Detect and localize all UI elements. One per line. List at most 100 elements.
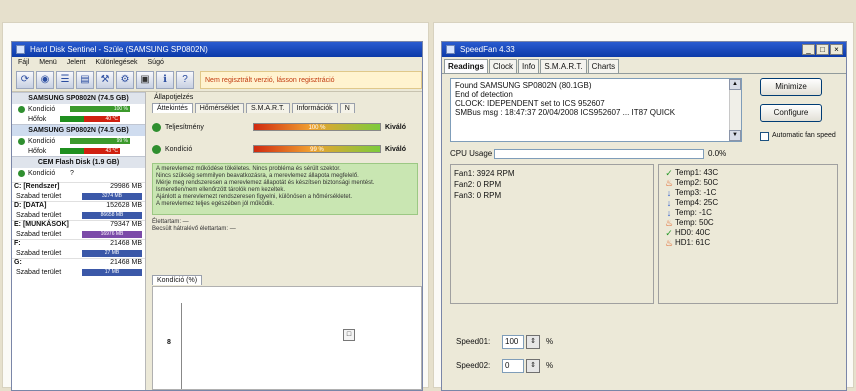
tab-info[interactable]: Info <box>518 59 540 73</box>
status-ok-icon <box>18 137 25 145</box>
status-ok-icon <box>152 122 161 132</box>
volume-item[interactable]: E: [MUNKÁSOK] 79347 MB Szabad terület 16976… <box>12 220 145 239</box>
disk-temp-row: Hőfok 43 °C <box>28 147 120 155</box>
log-scrollbar[interactable]: ▲ ▼ <box>729 79 741 141</box>
disk-title: SAMSUNG SP0802N (74.5 GB) <box>12 124 145 136</box>
check-icon: ✓ <box>665 228 673 238</box>
disk-icon[interactable]: ◉ <box>36 70 54 89</box>
lifetime-line: Élettartam: — <box>152 219 189 225</box>
health-bar: 99 % <box>253 145 381 153</box>
menu-item-menu[interactable]: Menü <box>39 57 57 68</box>
disk-health-row: Kondíció? <box>12 168 145 178</box>
chart-tab[interactable]: Kondíció (%) <box>152 275 203 285</box>
status-description: A merevlemez működése tökéletes. Nincs p… <box>152 163 418 215</box>
health-gauge: Kondíció 99 % Kiváló <box>148 141 422 157</box>
refresh-icon[interactable]: ⟳ <box>16 70 34 89</box>
temp-reading: ♨ Temp: 50C <box>664 218 714 228</box>
monitor-icon[interactable]: ▣ <box>136 70 154 89</box>
speed02-input[interactable]: 0 <box>502 359 524 373</box>
maximize-window-icon[interactable]: □ <box>816 44 829 55</box>
hdsentinel-window: Hard Disk Sentinel - Szüle (SAMSUNG SP08… <box>11 41 423 391</box>
volume-item[interactable]: D: [DATA] 152628 MB Szabad terület 86658 MB <box>12 201 145 220</box>
speed01-input[interactable]: 100 <box>502 335 524 349</box>
history-chart: 8 □ <box>152 286 422 390</box>
menu-item-help[interactable]: Súgó <box>148 57 164 68</box>
disk-entry-selected[interactable]: SAMSUNG SP0802N (74.5 GB) Kondíció 99 % H… <box>12 124 145 156</box>
volume-item[interactable]: F: 21468 MB Szabad terület 27 MB <box>12 239 145 258</box>
free-space-bar: 27 MB <box>82 250 142 257</box>
report-icon[interactable]: ☰ <box>56 70 74 89</box>
speed01-control: Speed01: 100 ⇕ % <box>456 334 553 350</box>
menu-item-report[interactable]: Jelent <box>67 57 86 68</box>
remaining-lifetime-line: Becsült hátralévő élettartam: — <box>152 226 236 232</box>
help-icon[interactable]: ? <box>176 70 194 89</box>
fan-reading: Fan3: 0 RPM <box>454 191 502 200</box>
detection-log[interactable]: Found SAMSUNG SP0802N (80.1GB) End of de… <box>450 78 742 142</box>
temp-reading: ↓ Temp: -1C <box>663 208 833 218</box>
detail-tabs: Áttekintés Hőmérséklet S.M.A.R.T. Inform… <box>148 101 422 113</box>
info-icon[interactable]: ℹ <box>156 70 174 89</box>
arrow-down-icon: ↓ <box>666 198 672 208</box>
history-chart-area: Kondíció (%) 8 □ <box>152 274 422 390</box>
speed02-control: Speed02: 0 ⇕ % <box>456 358 553 374</box>
tab-charts[interactable]: Charts <box>587 59 620 73</box>
scroll-up-icon[interactable]: ▲ <box>729 79 741 90</box>
document-icon[interactable]: ▤ <box>76 70 94 89</box>
fan-readings-panel: Fan1: 3924 RPM Fan2: 0 RPM Fan3: 0 RPM <box>450 164 654 304</box>
close-window-icon[interactable]: × <box>830 44 843 55</box>
menu-item-file[interactable]: Fájl <box>18 57 29 68</box>
free-space-bar: 17 MB <box>82 269 142 276</box>
automatic-fan-speed-checkbox[interactable]: Automatic fan speed <box>760 132 840 141</box>
minimize-button[interactable]: Minimize <box>760 78 822 96</box>
configure-button[interactable]: Configure <box>760 104 822 122</box>
speedfan-titlebar: SpeedFan 4.33 _ □ × <box>442 42 846 57</box>
minimize-window-icon[interactable]: _ <box>802 44 815 55</box>
disk-entry[interactable]: CEM Flash Disk (1.9 GB) Kondíció? <box>12 156 145 178</box>
speedfan-tabs: Readings Clock Info S.M.A.R.T. Charts <box>442 57 846 74</box>
chart-y-label: 8 <box>167 339 171 346</box>
tab-smart[interactable]: S.M.A.R.T. <box>540 59 587 73</box>
window-title: Hard Disk Sentinel - Szüle (SAMSUNG SP08… <box>30 45 208 54</box>
checkbox-box[interactable] <box>760 132 769 141</box>
app-icon <box>446 45 455 54</box>
app-icon <box>16 45 25 54</box>
hdsentinel-titlebar: Hard Disk Sentinel - Szüle (SAMSUNG SP08… <box>12 42 422 57</box>
menu-item-extras[interactable]: Különlegések <box>95 57 137 68</box>
temp-bar: 43 °C <box>60 148 120 154</box>
unregistered-notice[interactable]: Nem regisztrált verzió, lásson regisztrá… <box>200 70 422 89</box>
volume-item[interactable]: G: 21468 MB Szabad terület 17 MB <box>12 258 145 277</box>
tab-smart[interactable]: S.M.A.R.T. <box>246 103 290 113</box>
spinner-icon[interactable]: ⇕ <box>526 335 540 349</box>
tab-information[interactable]: Információk <box>291 103 338 113</box>
temp-reading: ♨ HD1: 61C <box>664 238 711 248</box>
window-title: SpeedFan 4.33 <box>460 45 515 54</box>
disk-health-row: Kondíció 100 % <box>12 104 145 114</box>
tab-readings[interactable]: Readings <box>444 59 489 73</box>
disk-health-row: Kondíció 99 % <box>12 136 145 146</box>
settings-icon[interactable]: ⚙ <box>116 70 134 89</box>
temp-reading: ✓ HD0: 40C <box>663 228 833 238</box>
disk-entry[interactable]: SAMSUNG SP0802N (74.5 GB) Kondíció 100 % … <box>12 92 145 124</box>
spinner-icon[interactable]: ⇕ <box>526 359 540 373</box>
arrow-down-icon: ↓ <box>666 208 672 218</box>
tab-clock[interactable]: Clock <box>489 59 518 73</box>
performance-gauge: Teljesítmény 100 % Kiváló <box>148 119 422 135</box>
volume-item[interactable]: C: [Rendszer] 29986 MB Szabad terület 3274 … <box>12 182 145 201</box>
temp-reading: ↓ Temp3: -1C <box>663 188 833 198</box>
tab-overview[interactable]: Áttekintés <box>152 103 193 113</box>
toolbar: ⟳ ◉ ☰ ▤ ⚒ ⚙ ▣ ℹ ? Nem regisztrált verzió… <box>12 68 422 92</box>
status-ok-icon <box>18 169 25 177</box>
tab-temperature[interactable]: Hőmérséklet <box>194 103 245 113</box>
chart-marker: □ <box>343 329 355 341</box>
check-icon: ✓ <box>665 168 673 178</box>
tab-more[interactable]: N <box>339 103 355 113</box>
health-bar: 99 % <box>70 138 130 144</box>
disk-list-panel: SAMSUNG SP0802N (74.5 GB) Kondíció 100 % … <box>12 92 146 390</box>
health-bar: 100 % <box>70 106 130 112</box>
tools-icon[interactable]: ⚒ <box>96 70 114 89</box>
fan-reading: Fan2: 0 RPM <box>454 180 502 189</box>
temp-reading: ✓ Temp1: 43C <box>663 168 833 178</box>
scroll-down-icon[interactable]: ▼ <box>729 130 741 141</box>
free-space-bar: 86658 MB <box>82 212 142 219</box>
arrow-down-icon: ↓ <box>666 188 672 198</box>
